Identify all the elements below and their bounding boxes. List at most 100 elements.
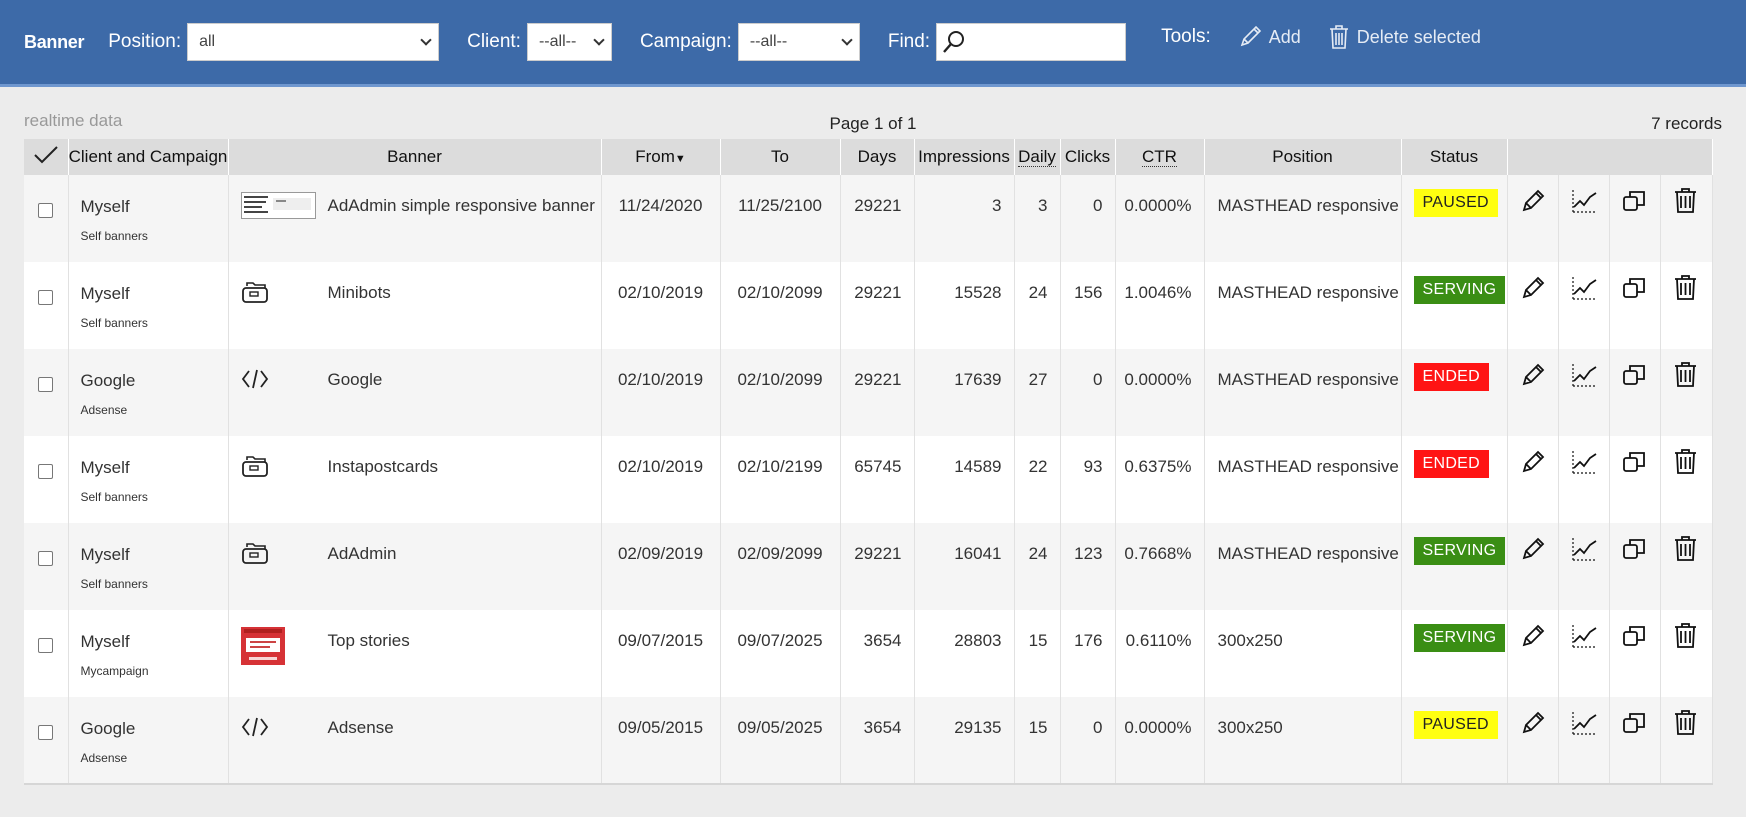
row-checkbox[interactable]	[38, 464, 54, 479]
edit-button[interactable]	[1507, 697, 1559, 784]
duplicate-button[interactable]	[1609, 436, 1661, 523]
impressions-value: 16041	[914, 523, 1015, 610]
column-position[interactable]: Position	[1204, 139, 1402, 175]
ctr-value: 0.6110%	[1115, 610, 1205, 697]
duplicate-button[interactable]	[1609, 697, 1661, 784]
banner-name[interactable]: Instapostcards	[328, 453, 439, 485]
client-cell: Google Adsense	[68, 697, 229, 784]
line-chart-icon	[1571, 364, 1597, 387]
stats-button[interactable]	[1558, 349, 1610, 436]
edit-button[interactable]	[1507, 610, 1559, 697]
row-select-cell	[24, 523, 69, 610]
pencil-icon	[1522, 276, 1544, 299]
duplicate-button[interactable]	[1609, 610, 1661, 697]
row-checkbox[interactable]	[38, 203, 54, 218]
line-chart-icon	[1571, 190, 1597, 213]
banner-name[interactable]: AdAdmin simple responsive banner	[328, 192, 595, 224]
banner-name[interactable]: AdAdmin	[328, 540, 397, 572]
delete-button[interactable]	[1660, 610, 1713, 697]
delete-button[interactable]	[1660, 262, 1713, 349]
ctr-value: 0.0000%	[1115, 349, 1205, 436]
status-badge: PAUSED	[1413, 711, 1498, 739]
banners-table: Client and Campaign Banner From▼ To Days…	[24, 139, 1713, 785]
pencil-icon	[1240, 25, 1261, 47]
banner-name[interactable]: Adsense	[328, 714, 394, 746]
edit-button[interactable]	[1507, 523, 1559, 610]
position-select-value: all	[199, 33, 216, 50]
column-from-label: From	[635, 147, 675, 166]
banner-name[interactable]: Top stories	[328, 627, 410, 659]
copy-icon	[1622, 539, 1645, 559]
status-cell: SERVING	[1401, 610, 1508, 697]
stats-button[interactable]	[1558, 175, 1610, 262]
client-select-value: --all--	[538, 33, 577, 50]
stats-button[interactable]	[1558, 523, 1610, 610]
row-checkbox[interactable]	[38, 377, 54, 392]
delete-selected-button[interactable]: Delete selected	[1327, 24, 1481, 50]
edit-button[interactable]	[1507, 262, 1559, 349]
select-all-checkbox[interactable]	[24, 139, 69, 175]
banner-cell: AdAdmin simple responsive banner	[228, 175, 602, 262]
column-from[interactable]: From▼	[601, 139, 721, 175]
edit-button[interactable]	[1507, 436, 1559, 523]
duplicate-button[interactable]	[1609, 175, 1661, 262]
table-row: Google Adsense Adsense 09/05/2015 09/05/2025…	[24, 697, 1713, 784]
row-select-cell	[24, 610, 69, 697]
column-client[interactable]: Client and Campaign	[68, 139, 229, 175]
row-select-cell	[24, 262, 69, 349]
column-clicks[interactable]: Clicks	[1060, 139, 1116, 175]
duplicate-button[interactable]	[1609, 262, 1661, 349]
column-ctr[interactable]: CTR	[1115, 139, 1205, 175]
banner-thumbnail-wrap	[241, 540, 316, 572]
stats-button[interactable]	[1558, 262, 1610, 349]
row-checkbox[interactable]	[38, 290, 54, 305]
stats-button[interactable]	[1558, 697, 1610, 784]
trash-icon	[1675, 275, 1696, 300]
column-daily[interactable]: Daily	[1014, 139, 1061, 175]
line-chart-icon	[1571, 625, 1597, 648]
stats-button[interactable]	[1558, 610, 1610, 697]
status-cell: SERVING	[1401, 262, 1508, 349]
stats-button[interactable]	[1558, 436, 1610, 523]
campaign-select[interactable]: --all--	[737, 23, 860, 61]
delete-button[interactable]	[1660, 175, 1713, 262]
banner-name[interactable]: Minibots	[328, 279, 391, 311]
position-value: MASTHEAD responsive	[1204, 436, 1402, 523]
client-select[interactable]: --all--	[526, 23, 612, 61]
status-cell: PAUSED	[1401, 175, 1508, 262]
daily-value: 24	[1014, 523, 1061, 610]
client-cell: Google Adsense	[68, 349, 229, 436]
column-to[interactable]: To	[720, 139, 841, 175]
add-label: Add	[1268, 26, 1301, 47]
banner-thumbnail-wrap	[241, 279, 316, 311]
campaign-name: Adsense	[80, 403, 128, 417]
delete-button[interactable]	[1660, 436, 1713, 523]
delete-button[interactable]	[1660, 349, 1713, 436]
column-impressions[interactable]: Impressions	[914, 139, 1015, 175]
row-checkbox[interactable]	[38, 638, 54, 653]
clicks-value: 176	[1060, 610, 1116, 697]
days-value: 29221	[840, 349, 915, 436]
search-input[interactable]	[936, 23, 1127, 61]
pencil-icon	[1522, 363, 1544, 386]
row-checkbox[interactable]	[38, 551, 54, 566]
delete-button[interactable]	[1660, 697, 1713, 784]
position-select[interactable]: all	[187, 23, 440, 61]
column-status[interactable]: Status	[1401, 139, 1508, 175]
edit-button[interactable]	[1507, 175, 1559, 262]
folder-icon	[241, 543, 268, 564]
banner-name[interactable]: Google	[328, 366, 383, 398]
column-banner[interactable]: Banner	[228, 139, 602, 175]
trash-icon	[1329, 25, 1348, 49]
add-button[interactable]: Add	[1237, 24, 1301, 50]
edit-button[interactable]	[1507, 349, 1559, 436]
delete-button[interactable]	[1660, 523, 1713, 610]
pencil-icon	[1522, 189, 1544, 212]
row-checkbox[interactable]	[38, 725, 54, 740]
column-days[interactable]: Days	[840, 139, 915, 175]
from-date: 11/24/2020	[601, 175, 721, 262]
duplicate-button[interactable]	[1609, 349, 1661, 436]
banner-cell: Instapostcards	[228, 436, 602, 523]
clicks-value: 156	[1060, 262, 1116, 349]
duplicate-button[interactable]	[1609, 523, 1661, 610]
